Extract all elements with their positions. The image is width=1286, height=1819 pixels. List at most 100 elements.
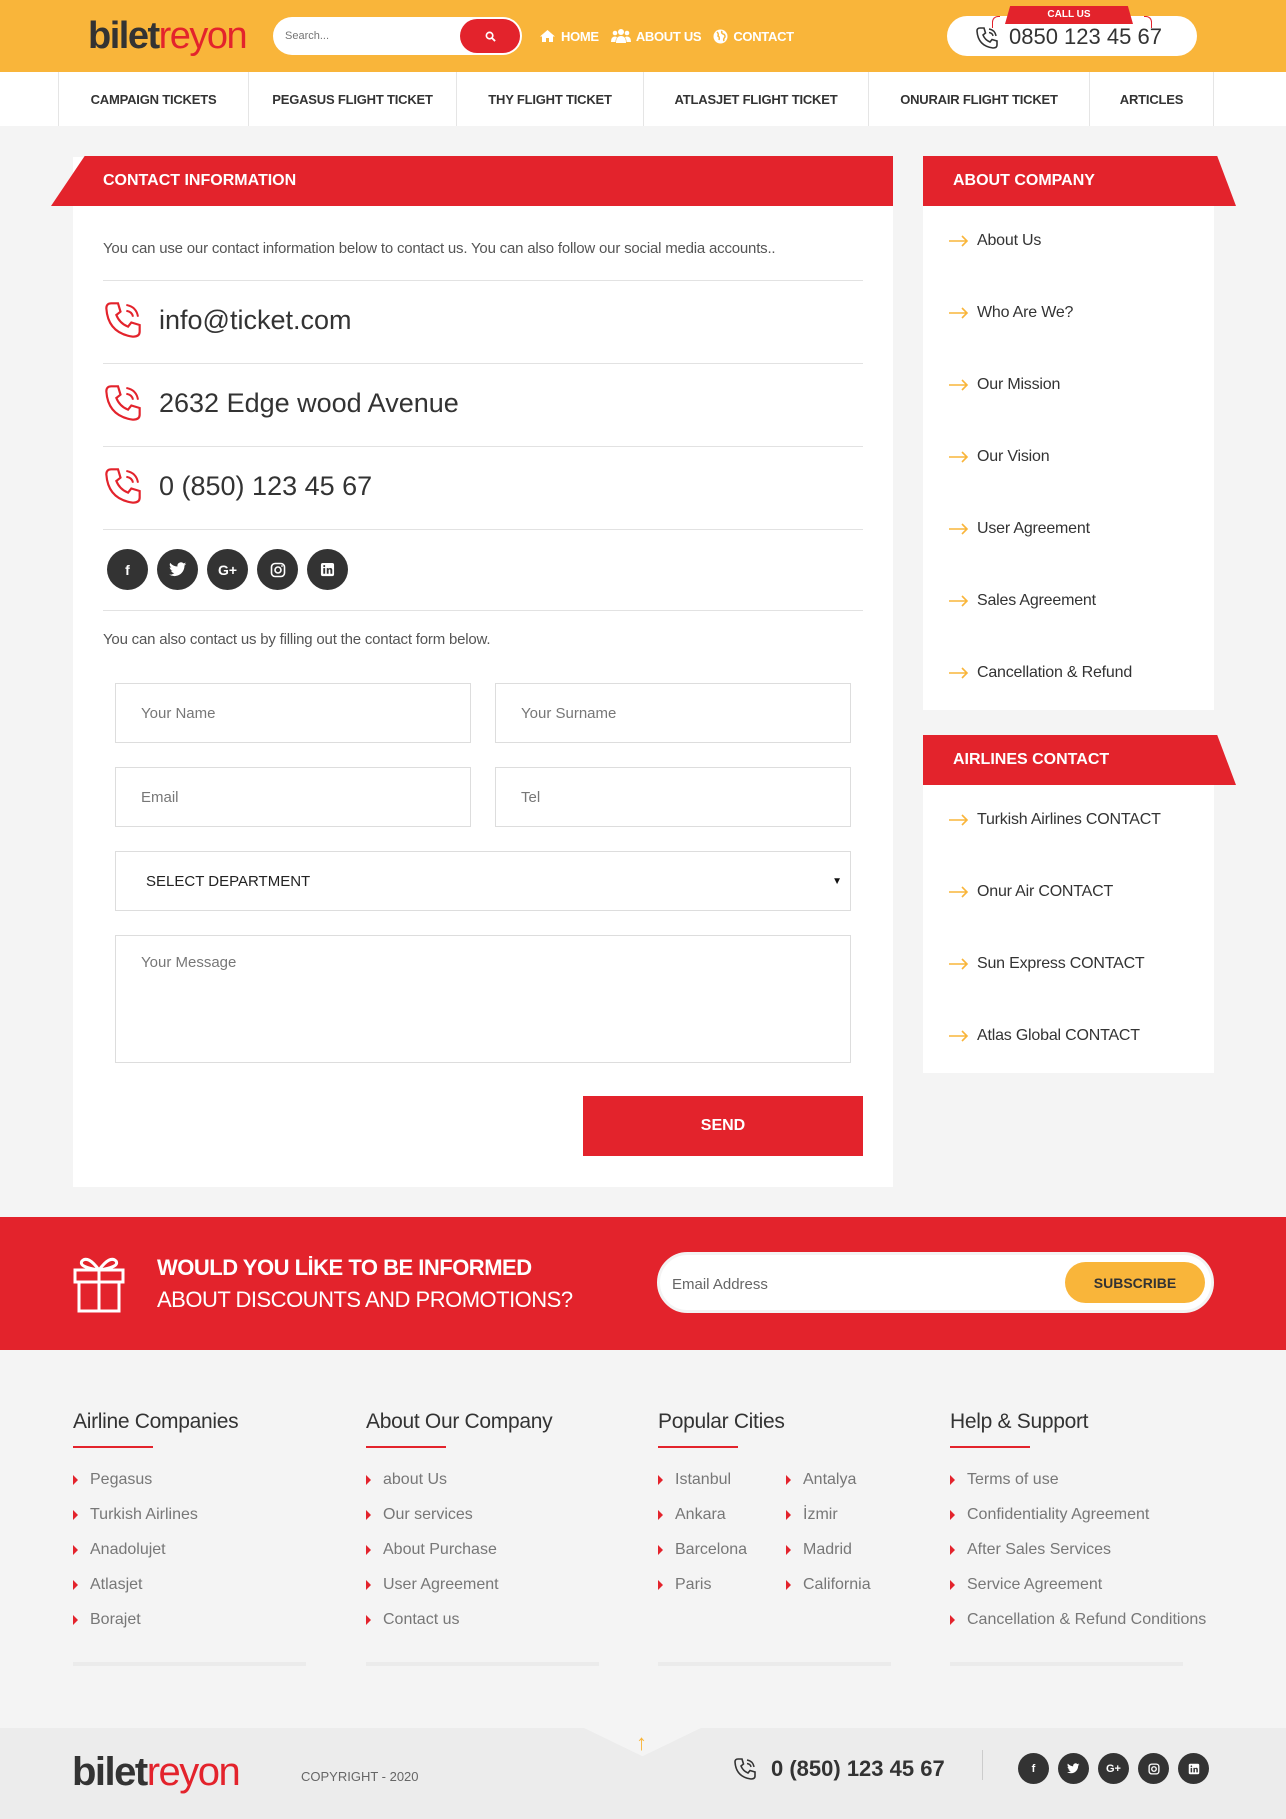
sidebar-item-our-vision[interactable]: Our Vision <box>949 448 1050 466</box>
scroll-top-arrow-icon[interactable]: ↑ <box>636 1730 647 1756</box>
footer-link[interactable]: Istanbul <box>658 1462 786 1497</box>
footer-link[interactable]: Pegasus <box>73 1462 238 1497</box>
nav-onurair-flight-ticket[interactable]: ONURAIR FLIGHT TICKET <box>869 72 1090 126</box>
home-icon <box>540 30 555 42</box>
twitter-icon[interactable] <box>1058 1753 1089 1784</box>
phone-text[interactable]: 0 (850) 123 45 67 <box>159 471 372 502</box>
tel-field[interactable] <box>495 767 851 827</box>
sidebar-item-turkish-airlines-contact[interactable]: Turkish Airlines CONTACT <box>949 811 1161 829</box>
sidebar-item-atlas-global-contact[interactable]: Atlas Global CONTACT <box>949 1027 1140 1045</box>
search-button[interactable] <box>460 19 520 53</box>
top-bar: biletreyon HOME ABOUT US CONTACT CALL US… <box>0 0 1286 72</box>
footer-link[interactable]: Atlasjet <box>73 1567 238 1602</box>
caret-right-icon <box>658 1544 663 1555</box>
call-number[interactable]: 0850 123 45 67 <box>1009 24 1162 50</box>
nav-articles[interactable]: ARTICLES <box>1090 72 1214 126</box>
divider <box>103 529 863 530</box>
footer-link[interactable]: Antalya <box>786 1462 871 1497</box>
facebook-icon[interactable]: f <box>1018 1753 1049 1784</box>
about-company-box: About Us Who Are We? Our Mission Our Vis… <box>923 206 1214 710</box>
nav-campaign-tickets[interactable]: CAMPAIGN TICKETS <box>59 72 249 126</box>
users-icon <box>610 29 631 43</box>
sidebar-item-cancellation-refund[interactable]: Cancellation & Refund <box>949 664 1132 682</box>
google-plus-icon[interactable]: G+ <box>1098 1753 1129 1784</box>
arrow-right-icon <box>949 886 969 898</box>
footer-popular-cities: Popular Cities Istanbul Ankara Barcelona… <box>658 1410 891 1666</box>
sidebar-item-sun-express-contact[interactable]: Sun Express CONTACT <box>949 955 1145 973</box>
footer-link[interactable]: İzmir <box>786 1497 871 1532</box>
contact-information-title: CONTACT INFORMATION <box>51 156 893 206</box>
message-field[interactable] <box>115 935 851 1063</box>
instagram-icon[interactable] <box>1138 1753 1169 1784</box>
surname-field[interactable] <box>495 683 851 743</box>
caret-right-icon <box>366 1579 371 1590</box>
instagram-icon[interactable] <box>257 549 298 590</box>
footer-link[interactable]: Terms of use <box>950 1462 1206 1497</box>
footer-link[interactable]: Paris <box>658 1567 786 1602</box>
nav-contact[interactable]: CONTACT <box>713 24 794 48</box>
footer-column-bar <box>73 1662 306 1666</box>
contact-address: 2632 Edge wood Avenue <box>103 383 459 423</box>
about-company-title: ABOUT COMPANY <box>923 156 1236 206</box>
footer-logo[interactable]: biletreyon <box>72 1750 241 1795</box>
site-logo[interactable]: biletreyon <box>88 14 248 58</box>
footer-link[interactable]: about Us <box>366 1462 552 1497</box>
footer-link[interactable]: Ankara <box>658 1497 786 1532</box>
search-box <box>273 17 522 55</box>
nav-about-us[interactable]: ABOUT US <box>610 24 702 48</box>
sidebar-item-our-mission[interactable]: Our Mission <box>949 376 1060 394</box>
department-select[interactable]: SELECT DEPARTMENT ▼ <box>115 851 851 911</box>
footer-link[interactable]: After Sales Services <box>950 1532 1206 1567</box>
divider <box>982 1750 983 1780</box>
footer-link[interactable]: Borajet <box>73 1602 238 1637</box>
email-text[interactable]: info@ticket.com <box>159 305 351 336</box>
nav-home[interactable]: HOME <box>539 24 599 48</box>
subscribe-button[interactable]: SUBSCRIBE <box>1065 1262 1205 1303</box>
footer-link[interactable]: California <box>786 1567 871 1602</box>
sidebar-item-sales-agreement[interactable]: Sales Agreement <box>949 592 1096 610</box>
arrow-right-icon <box>949 595 969 607</box>
footer-link[interactable]: Anadolujet <box>73 1532 238 1567</box>
search-input[interactable] <box>285 26 465 46</box>
sidebar-item-onur-air-contact[interactable]: Onur Air CONTACT <box>949 883 1113 901</box>
sidebar-item-user-agreement[interactable]: User Agreement <box>949 520 1090 538</box>
promo-heading: WOULD YOU LİKE TO BE INFORMED <box>157 1255 532 1280</box>
linkedin-icon[interactable] <box>307 549 348 590</box>
heading-underline <box>73 1446 153 1448</box>
footer-link[interactable]: Our services <box>366 1497 552 1532</box>
name-field[interactable] <box>115 683 471 743</box>
arrow-right-icon <box>949 307 969 319</box>
facebook-icon[interactable]: f <box>107 549 148 590</box>
nav-atlasjet-flight-ticket[interactable]: ATLASJET FLIGHT TICKET <box>644 72 869 126</box>
footer-link[interactable]: Madrid <box>786 1532 871 1567</box>
footer-link[interactable]: About Purchase <box>366 1532 552 1567</box>
caret-right-icon <box>366 1544 371 1555</box>
arrow-right-icon <box>949 523 969 535</box>
call-us-box[interactable]: CALL US 0850 123 45 67 <box>947 6 1197 56</box>
footer-link[interactable]: Confidentiality Agreement <box>950 1497 1206 1532</box>
send-button[interactable]: SEND <box>583 1096 863 1156</box>
divider <box>103 280 863 281</box>
footer-link[interactable]: Contact us <box>366 1602 552 1637</box>
footer-phone[interactable]: 0 (850) 123 45 67 <box>733 1756 945 1782</box>
top-nav: HOME ABOUT US CONTACT <box>539 24 794 48</box>
airlines-contact-box: Turkish Airlines CONTACT Onur Air CONTAC… <box>923 785 1214 1073</box>
email-field[interactable] <box>115 767 471 827</box>
search-icon <box>485 31 496 42</box>
phone-icon <box>105 468 141 504</box>
sidebar-item-about-us[interactable]: About Us <box>949 232 1041 250</box>
footer-link[interactable]: Service Agreement <box>950 1567 1206 1602</box>
footer-link[interactable]: User Agreement <box>366 1567 552 1602</box>
divider <box>103 446 863 447</box>
footer-link[interactable]: Cancellation & Refund Conditions <box>950 1602 1206 1637</box>
linkedin-icon[interactable] <box>1178 1753 1209 1784</box>
nav-thy-flight-ticket[interactable]: THY FLIGHT TICKET <box>457 72 644 126</box>
footer-link[interactable]: Barcelona <box>658 1532 786 1567</box>
google-plus-icon[interactable]: G+ <box>207 549 248 590</box>
arrow-right-icon <box>949 667 969 679</box>
nav-pegasus-flight-ticket[interactable]: PEGASUS FLIGHT TICKET <box>249 72 457 126</box>
sidebar-item-who-are-we[interactable]: Who Are We? <box>949 304 1073 322</box>
newsletter-email-input[interactable] <box>672 1274 1052 1294</box>
footer-link[interactable]: Turkish Airlines <box>73 1497 238 1532</box>
twitter-icon[interactable] <box>157 549 198 590</box>
